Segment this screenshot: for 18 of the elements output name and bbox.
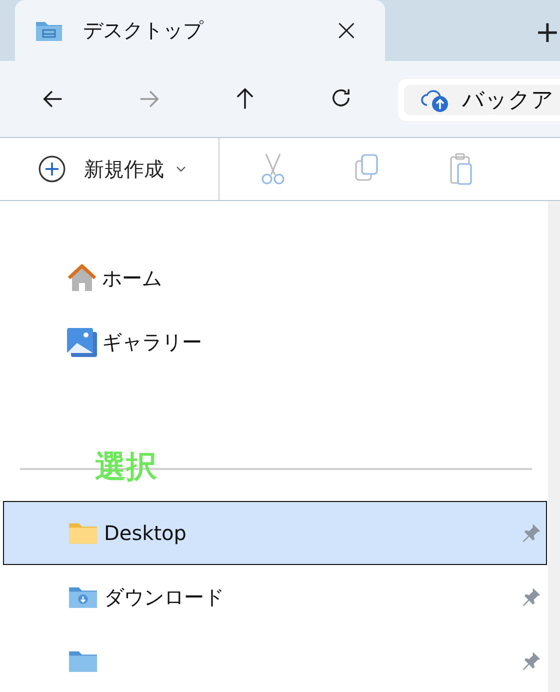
new-tab-button[interactable]: + <box>528 14 560 51</box>
tab-title: デスクトップ <box>83 17 204 44</box>
annotation-label: 選択 <box>95 448 157 487</box>
plus-circle-icon <box>38 155 66 183</box>
address-bar[interactable]: バックア <box>404 85 560 115</box>
new-button[interactable]: 新規作成 <box>34 151 190 187</box>
sidebar-item[interactable]: ダウンロード <box>3 565 547 629</box>
scrollbar[interactable] <box>548 201 560 692</box>
tab[interactable]: デスクトップ × <box>15 0 385 61</box>
close-tab-button[interactable]: × <box>328 13 365 48</box>
cloud-upload-icon <box>420 87 450 113</box>
sidebar-item[interactable]: Desktop <box>3 501 547 565</box>
sidebar-item[interactable]: ホーム <box>0 246 548 310</box>
home-icon <box>66 262 98 294</box>
sidebar-item[interactable]: ギャラリー <box>0 310 548 374</box>
address-text: バックア <box>462 87 554 115</box>
picture-icon <box>66 326 98 358</box>
chevron-down-icon <box>176 166 186 172</box>
